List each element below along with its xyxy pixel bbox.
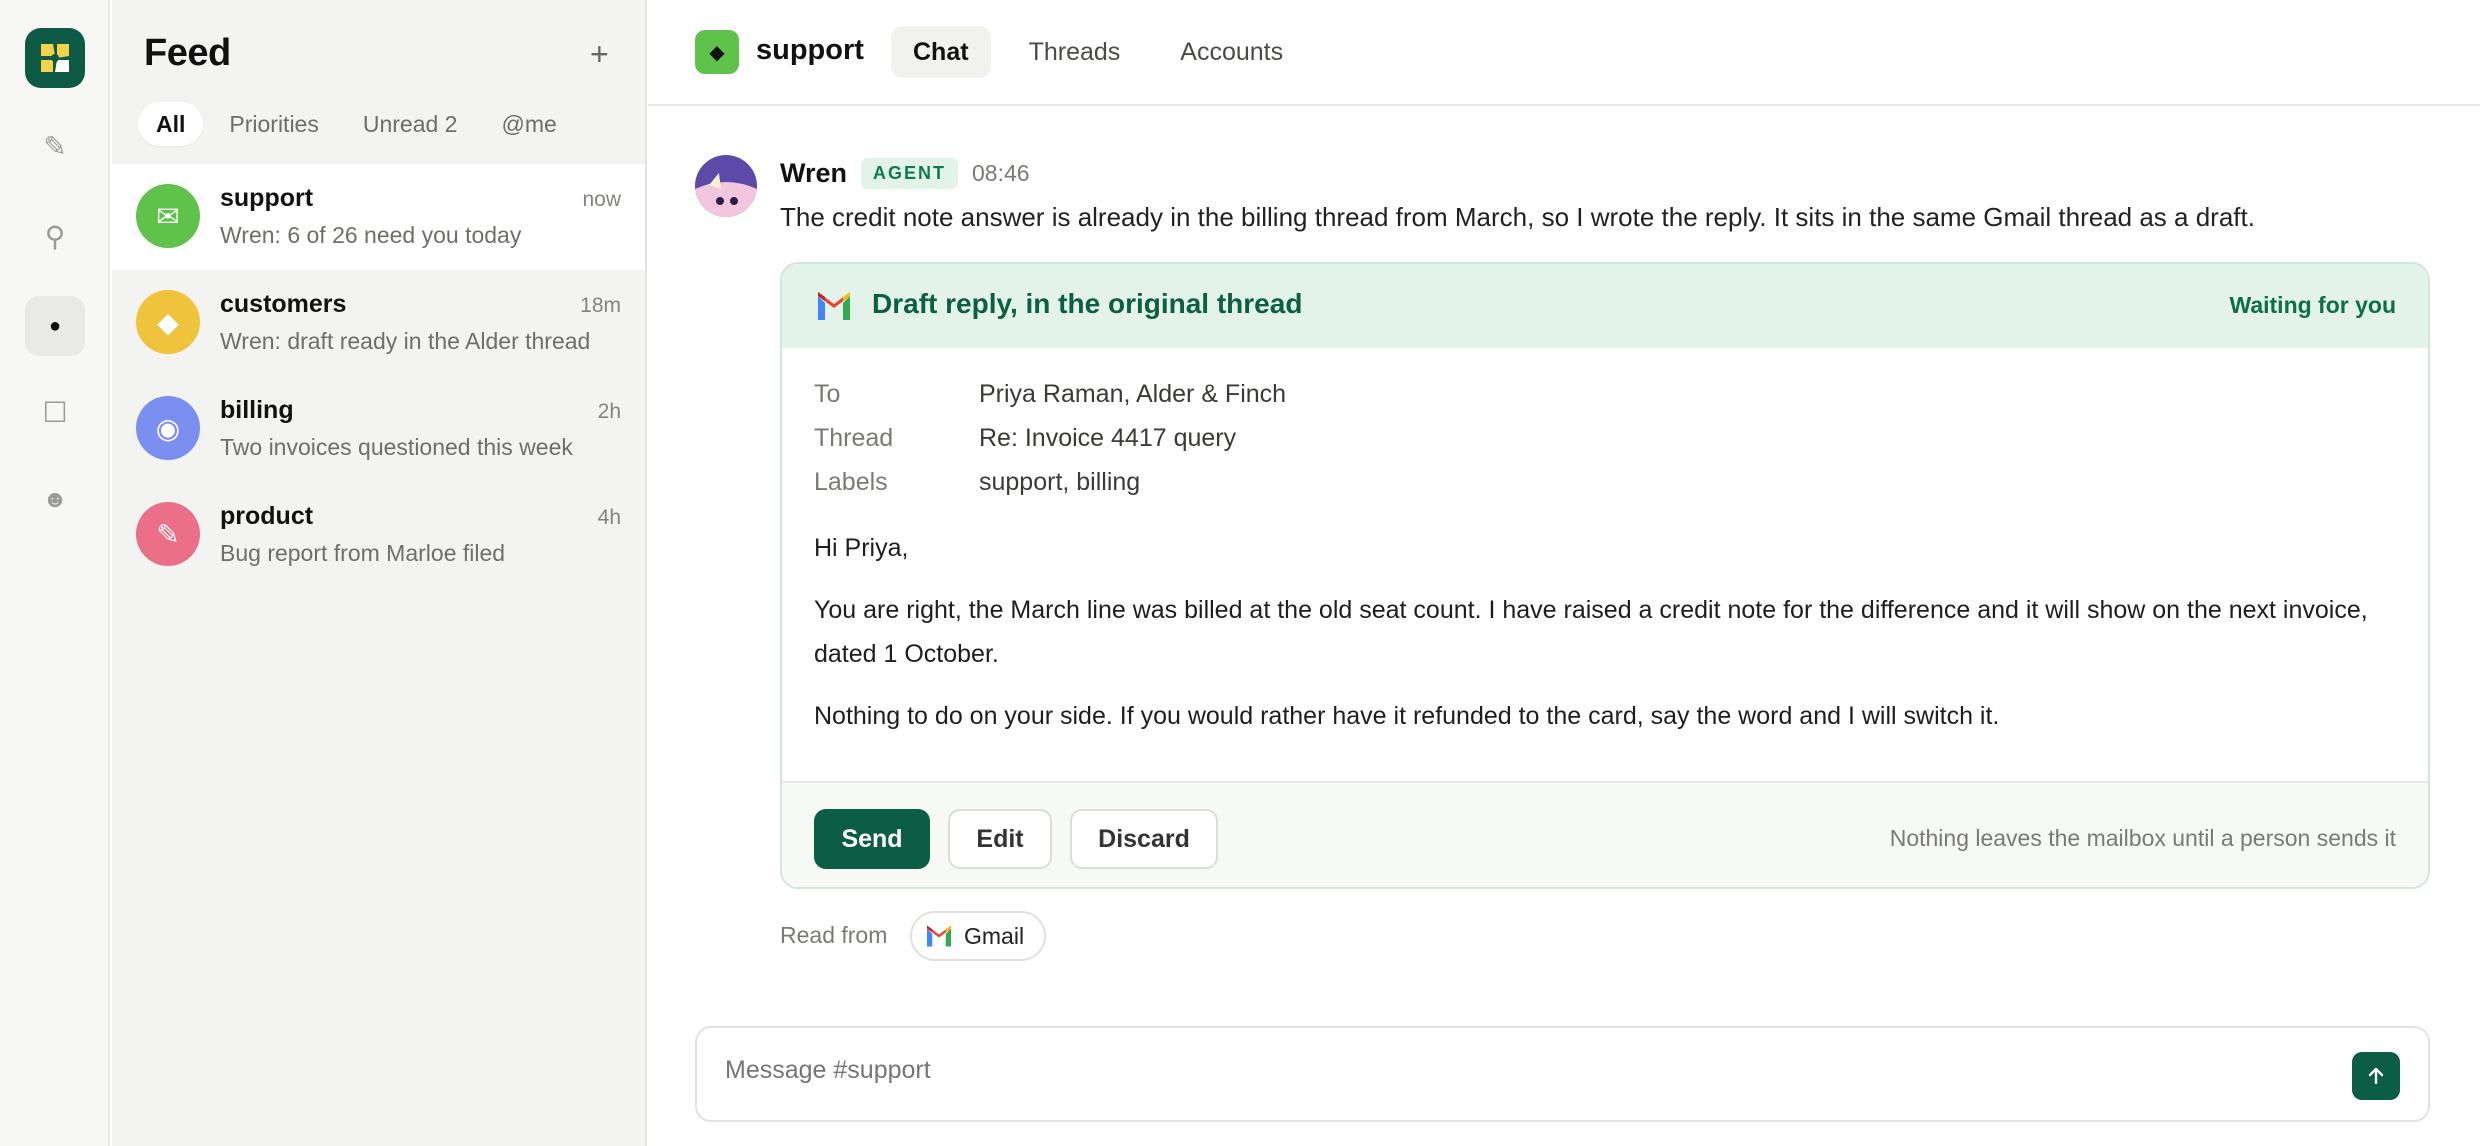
mail-icon: ✉ [136, 184, 200, 248]
meta-label: To [814, 380, 841, 408]
edit-button[interactable]: Edit [948, 809, 1052, 869]
message-text: The credit note answer is already in the… [780, 202, 2255, 232]
draft-title: Draft reply, in the original thread [872, 288, 1303, 319]
source-label: Read from [780, 922, 888, 948]
app-logo[interactable] [25, 28, 85, 88]
draft-meta-thread: Thread Re: Invoice 4417 query [814, 424, 1236, 453]
channel-icon: ◆ [695, 30, 739, 74]
message-time: 08:46 [972, 160, 1030, 186]
channel-name: support [756, 34, 864, 66]
feed-item-billing[interactable]: ◉ billing 2h Two invoices questioned thi… [112, 376, 645, 482]
source-chip-label: Gmail [964, 922, 1025, 949]
feed-item-customers[interactable]: ◆ customers 18m Wren: draft ready in the… [112, 270, 645, 376]
composer-send-button[interactable] [2352, 1052, 2400, 1100]
message-header: Wren AGENT 08:46 [780, 158, 1030, 189]
tab-threads[interactable]: Threads [1007, 26, 1143, 78]
draft-card-header: Draft reply, in the original thread Wait… [782, 264, 2428, 348]
filter-mentions[interactable]: @me [483, 102, 574, 146]
feed-item-time: 18m [580, 294, 621, 317]
pencil-icon: ✎ [136, 502, 200, 566]
search-rail-button[interactable]: ⚲ [25, 206, 85, 266]
filter-priorities[interactable]: Priorities [211, 102, 336, 146]
feed-item-name: support [220, 184, 314, 212]
draft-card: Draft reply, in the original thread Wait… [780, 262, 2430, 889]
feed-item-time: 4h [597, 506, 621, 529]
feed-filters: All Priorities Unread 2 @me [138, 102, 575, 146]
pencil-icon: ✎ [43, 130, 67, 162]
draft-footnote: Nothing leaves the mailbox until a perso… [1889, 825, 2396, 851]
feed-item-preview: Two invoices questioned this week [220, 434, 573, 460]
draft-body-paragraph: You are right, the March line was billed… [814, 596, 2368, 668]
feed-item-support[interactable]: ✉ support now Wren: 6 of 26 need you tod… [112, 164, 645, 270]
filter-unread[interactable]: Unread 2 [345, 102, 476, 146]
channel-header: ◆ support Chat Threads Accounts [648, 0, 2480, 106]
feed-item-name: customers [220, 290, 347, 318]
pin-icon: ⚲ [44, 220, 66, 252]
compose-rail-button[interactable]: ✎ [25, 116, 85, 176]
target-icon: ◉ [136, 396, 200, 460]
draft-body-paragraph: Nothing to do on your side. If you would… [814, 702, 2000, 730]
main-panel: ◆ support Chat Threads Accounts Wren AGE… [648, 0, 2480, 1146]
message-author[interactable]: Wren [780, 158, 847, 189]
arrow-up-icon [2368, 1067, 2384, 1085]
feed-item-preview: Bug report from Marloe filed [220, 540, 506, 566]
draft-body-greeting: Hi Priya, [814, 534, 909, 562]
feed-title: Feed [144, 32, 231, 74]
feed-item-preview: Wren: 6 of 26 need you today [220, 222, 522, 248]
filter-all[interactable]: All [138, 102, 204, 146]
meta-label: Labels [814, 468, 888, 496]
tab-chat[interactable]: Chat [891, 26, 991, 78]
channel-tabs: Chat Threads Accounts [891, 26, 1305, 78]
discard-button[interactable]: Discard [1070, 809, 1218, 869]
feed-item-preview: Wren: draft ready in the Alder thread [220, 328, 591, 354]
source-chip[interactable]: Gmail [910, 911, 1047, 961]
profile-rail-button[interactable]: ☻ [25, 470, 85, 530]
square-icon: ☐ [42, 396, 68, 428]
tasks-rail-button[interactable]: ☐ [25, 382, 85, 442]
message-composer [695, 1026, 2430, 1122]
feed-item-time: 2h [597, 400, 621, 423]
gmail-icon [927, 925, 951, 947]
dot-icon: ● [48, 314, 62, 337]
feed-item-name: billing [220, 396, 294, 424]
draft-meta-to: To Priya Raman, Alder & Finch [814, 380, 1286, 409]
tab-accounts[interactable]: Accounts [1158, 26, 1305, 78]
add-icon[interactable]: + [590, 38, 609, 70]
agent-avatar-icon [695, 155, 757, 217]
diamond-icon: ◆ [136, 290, 200, 354]
face-icon: ☻ [42, 486, 68, 513]
draft-meta-labels: Labels support, billing [814, 468, 1140, 497]
status-badge: Waiting for you [2229, 292, 2396, 318]
meta-value: support, billing [979, 468, 1141, 496]
feed-item-product[interactable]: ✎ product 4h Bug report from Marloe file… [112, 482, 645, 588]
app-rail: ✎ ⚲ ● ☐ ☻ [0, 0, 110, 1146]
feed-rail-button[interactable]: ● [25, 296, 85, 356]
feed-item-time: now [582, 188, 621, 211]
meta-value: Priya Raman, Alder & Finch [979, 380, 1287, 408]
gmail-icon [818, 292, 850, 320]
feed-item-name: product [220, 502, 314, 530]
message-input[interactable] [725, 1056, 2225, 1085]
send-button[interactable]: Send [814, 809, 930, 869]
draft-actions: Send Edit Discard Nothing leaves the mai… [782, 781, 2428, 887]
meta-value: Re: Invoice 4417 query [979, 424, 1237, 452]
avatar[interactable] [695, 155, 757, 217]
agent-badge: AGENT [861, 158, 959, 189]
logo-icon [41, 44, 69, 72]
feed-sidebar: Feed + All Priorities Unread 2 @me ✉ sup… [112, 0, 647, 1146]
meta-label: Thread [814, 424, 894, 452]
